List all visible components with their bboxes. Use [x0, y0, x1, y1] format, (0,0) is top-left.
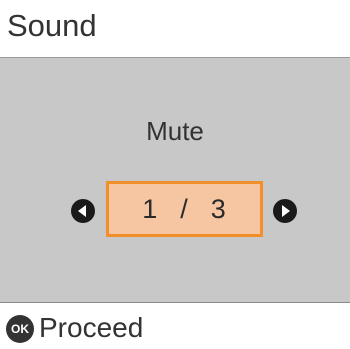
footer-bar: OK Proceed [0, 303, 350, 349]
ok-icon[interactable]: OK [6, 315, 34, 343]
chevron-right-icon[interactable] [273, 199, 297, 223]
chevron-left-icon[interactable] [71, 199, 95, 223]
current-page: 1 [142, 193, 159, 224]
printer-panel-screen: Sound Mute 1 / 3 OK Proceed [0, 0, 350, 349]
proceed-label[interactable]: Proceed [39, 311, 143, 345]
page-stepper: 1 / 3 [0, 180, 350, 242]
page-title: Sound [7, 8, 97, 43]
page-indicator: 1 / 3 [109, 184, 260, 234]
page-separator: / [180, 193, 189, 224]
total-pages: 3 [210, 193, 227, 224]
page-value-box[interactable]: 1 / 3 [106, 181, 263, 237]
header-bar: Sound [0, 0, 350, 58]
setting-label: Mute [146, 116, 204, 146]
setting-panel: Mute 1 / 3 [0, 58, 350, 303]
